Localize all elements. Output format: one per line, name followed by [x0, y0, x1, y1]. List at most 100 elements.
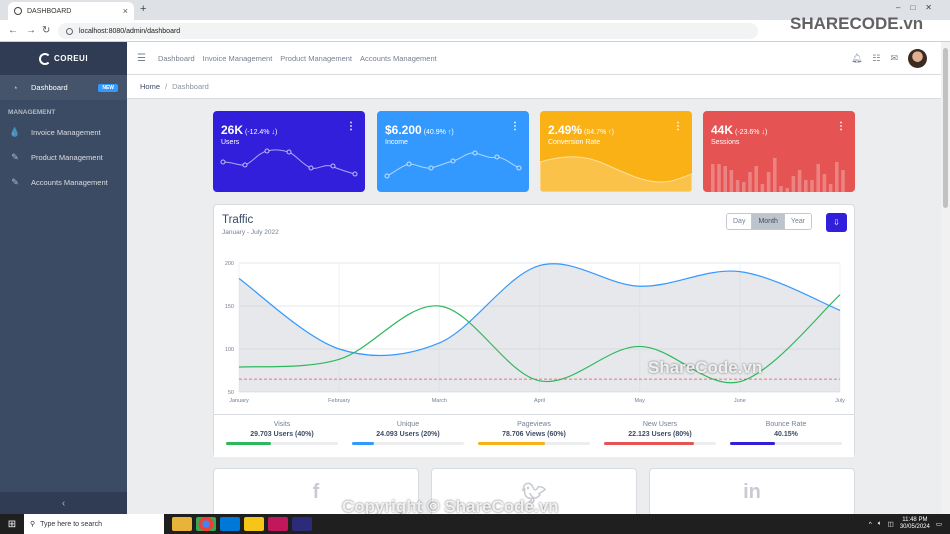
chevron-up-icon[interactable]: ^ [869, 521, 872, 528]
notification-icon[interactable]: ▭ [936, 520, 942, 528]
bell-icon[interactable]: 🔔︎ [851, 53, 862, 64]
stat-label: Unique [396, 421, 420, 428]
close-tab-icon[interactable]: × [123, 6, 128, 16]
app-icon[interactable] [268, 517, 288, 531]
back-icon[interactable]: ← [8, 25, 18, 36]
hamburger-menu-icon[interactable]: ☰ [137, 53, 146, 64]
range-year-button[interactable]: Year [784, 214, 812, 229]
system-tray: ^ 🔈︎ ◫ 11:48 PM 30/05/2024 ▭ [869, 517, 950, 531]
stat-label: Pageviews [517, 421, 551, 428]
breadcrumb-home[interactable]: Home [140, 82, 160, 91]
y-tick-label: 150 [225, 304, 234, 310]
widget-conversion-rate: 2.49% (84.7% ↑) Conversion Rate ⋮ [540, 111, 692, 192]
page-scrollbar[interactable] [941, 42, 950, 514]
traffic-stat: Pageviews 78.706 Views (60%) [471, 415, 597, 457]
linkedin-icon: in [743, 481, 761, 503]
chart-watermark: ShareCode.vn [648, 358, 763, 377]
sessions-bar [723, 166, 727, 192]
x-tick-label: June [734, 398, 746, 404]
header-nav-dashboard[interactable]: Dashboard [158, 54, 195, 63]
range-button-group: Day Month Year [726, 213, 813, 230]
browser-tab-title: DASHBOARD [27, 7, 72, 15]
sidebar-minimize-button[interactable]: ‹ [0, 492, 127, 514]
reload-icon[interactable]: ↻ [42, 25, 50, 36]
facebook-icon: f [312, 481, 320, 503]
sharecode-logo-watermark: SHARECODE.vn [790, 14, 924, 33]
sessions-bar [717, 164, 721, 192]
sidebar-item-accounts-management[interactable]: ✎ Accounts Management [0, 170, 127, 195]
traffic-line-chart: 50 100 150 200 January February March April May J… [225, 261, 845, 404]
windows-taskbar: ⊞ ⚲ Type here to search ^ 🔈︎ ◫ 11:48 PM … [0, 514, 950, 534]
header-nav-product-management[interactable]: Product Management [280, 54, 352, 63]
network-icon[interactable]: ◫ [888, 520, 894, 528]
vscode-icon[interactable] [220, 517, 240, 531]
info-icon [66, 27, 73, 35]
brand-logo[interactable]: COREUI [0, 42, 127, 75]
app-icon[interactable] [244, 517, 264, 531]
more-vertical-icon[interactable]: ⋮ [510, 121, 520, 132]
clock-date: 30/05/2024 [899, 524, 930, 530]
x-tick-label: March [432, 398, 447, 404]
sessions-bar [841, 170, 845, 192]
pencil-icon: ✎ [11, 177, 19, 187]
volume-icon[interactable]: 🔈︎ [878, 520, 882, 528]
chrome-icon[interactable] [196, 517, 216, 531]
header-nav-invoice-management[interactable]: Invoice Management [203, 54, 273, 63]
download-button[interactable]: ⇩ [826, 213, 847, 232]
users-sparkline [220, 148, 358, 177]
x-tick-label: January [229, 398, 249, 404]
stat-value: 40.15% [774, 431, 798, 438]
clock-time: 11:48 PM [902, 516, 928, 523]
sidebar-item-label: Dashboard [31, 83, 68, 92]
header-nav-accounts-management[interactable]: Accounts Management [360, 54, 437, 63]
more-vertical-icon[interactable]: ⋮ [346, 121, 356, 132]
avatar[interactable] [908, 49, 927, 68]
income-sparkline [384, 150, 522, 179]
sessions-bar [754, 166, 758, 192]
search-icon: ⚲ [30, 521, 36, 528]
breadcrumb-current: Dashboard [172, 82, 209, 91]
widget-change: (84.7% ↑) [584, 129, 614, 136]
sessions-bar [810, 180, 814, 192]
sidebar-item-invoice-management[interactable]: 💧 Invoice Management [0, 120, 127, 145]
traffic-stat: Visits 29.703 Users (40%) [219, 415, 345, 457]
chevron-left-icon: ‹ [61, 497, 66, 509]
range-day-button[interactable]: Day [727, 214, 753, 229]
widget-sessions: 44K (-23.6% ↓) Sessions ⋮ [703, 111, 855, 192]
breadcrumb: Home / Dashboard [127, 75, 941, 99]
sidebar-item-product-management[interactable]: ✎ Product Management [0, 145, 127, 170]
windows-start-icon[interactable]: ⊞ [0, 519, 24, 530]
sessions-bar [822, 174, 827, 192]
sessions-bar-chart [711, 158, 845, 192]
sessions-bar [748, 172, 752, 192]
cloud-download-icon: ⇩ [833, 218, 840, 227]
range-month-button[interactable]: Month [752, 214, 785, 229]
sidebar-item-label: Accounts Management [31, 178, 108, 187]
window-controls[interactable]: –□✕ [896, 3, 942, 12]
envelope-icon[interactable]: ✉ [890, 53, 898, 64]
new-tab-button[interactable]: + [140, 3, 146, 15]
more-vertical-icon[interactable]: ⋮ [673, 121, 683, 132]
linkedin-card: in [649, 468, 855, 518]
sessions-bar [766, 172, 771, 192]
ide-icon[interactable] [292, 517, 312, 531]
sessions-bar [711, 164, 715, 192]
browser-tab[interactable]: DASHBOARD × [8, 2, 134, 20]
url-input[interactable]: localhost:8080/admin/dashboard [58, 23, 758, 39]
file-explorer-icon[interactable] [172, 517, 192, 531]
stat-progress [226, 442, 338, 445]
traffic-title: Traffic [222, 214, 254, 226]
clock[interactable]: 11:48 PM 30/05/2024 [900, 517, 930, 531]
sidebar-item-dashboard[interactable]: ◔ Dashboard NEW [0, 75, 127, 100]
list-icon[interactable]: ☷ [872, 53, 880, 64]
sessions-bar [760, 184, 765, 192]
sidebar: COREUI ◔ Dashboard NEW MANAGEMENT 💧 Invo… [0, 42, 127, 514]
pencil-icon: ✎ [11, 152, 19, 162]
forward-icon[interactable]: → [26, 25, 36, 36]
stat-progress [478, 442, 590, 445]
traffic-stats: Visits 29.703 Users (40%) Unique 24.093 Use… [214, 414, 854, 457]
taskbar-search-input[interactable]: ⚲ Type here to search [24, 514, 164, 534]
more-vertical-icon[interactable]: ⋮ [836, 121, 846, 132]
stat-value: 24.093 Users (20%) [376, 431, 440, 438]
scrollbar-thumb[interactable] [943, 48, 948, 208]
